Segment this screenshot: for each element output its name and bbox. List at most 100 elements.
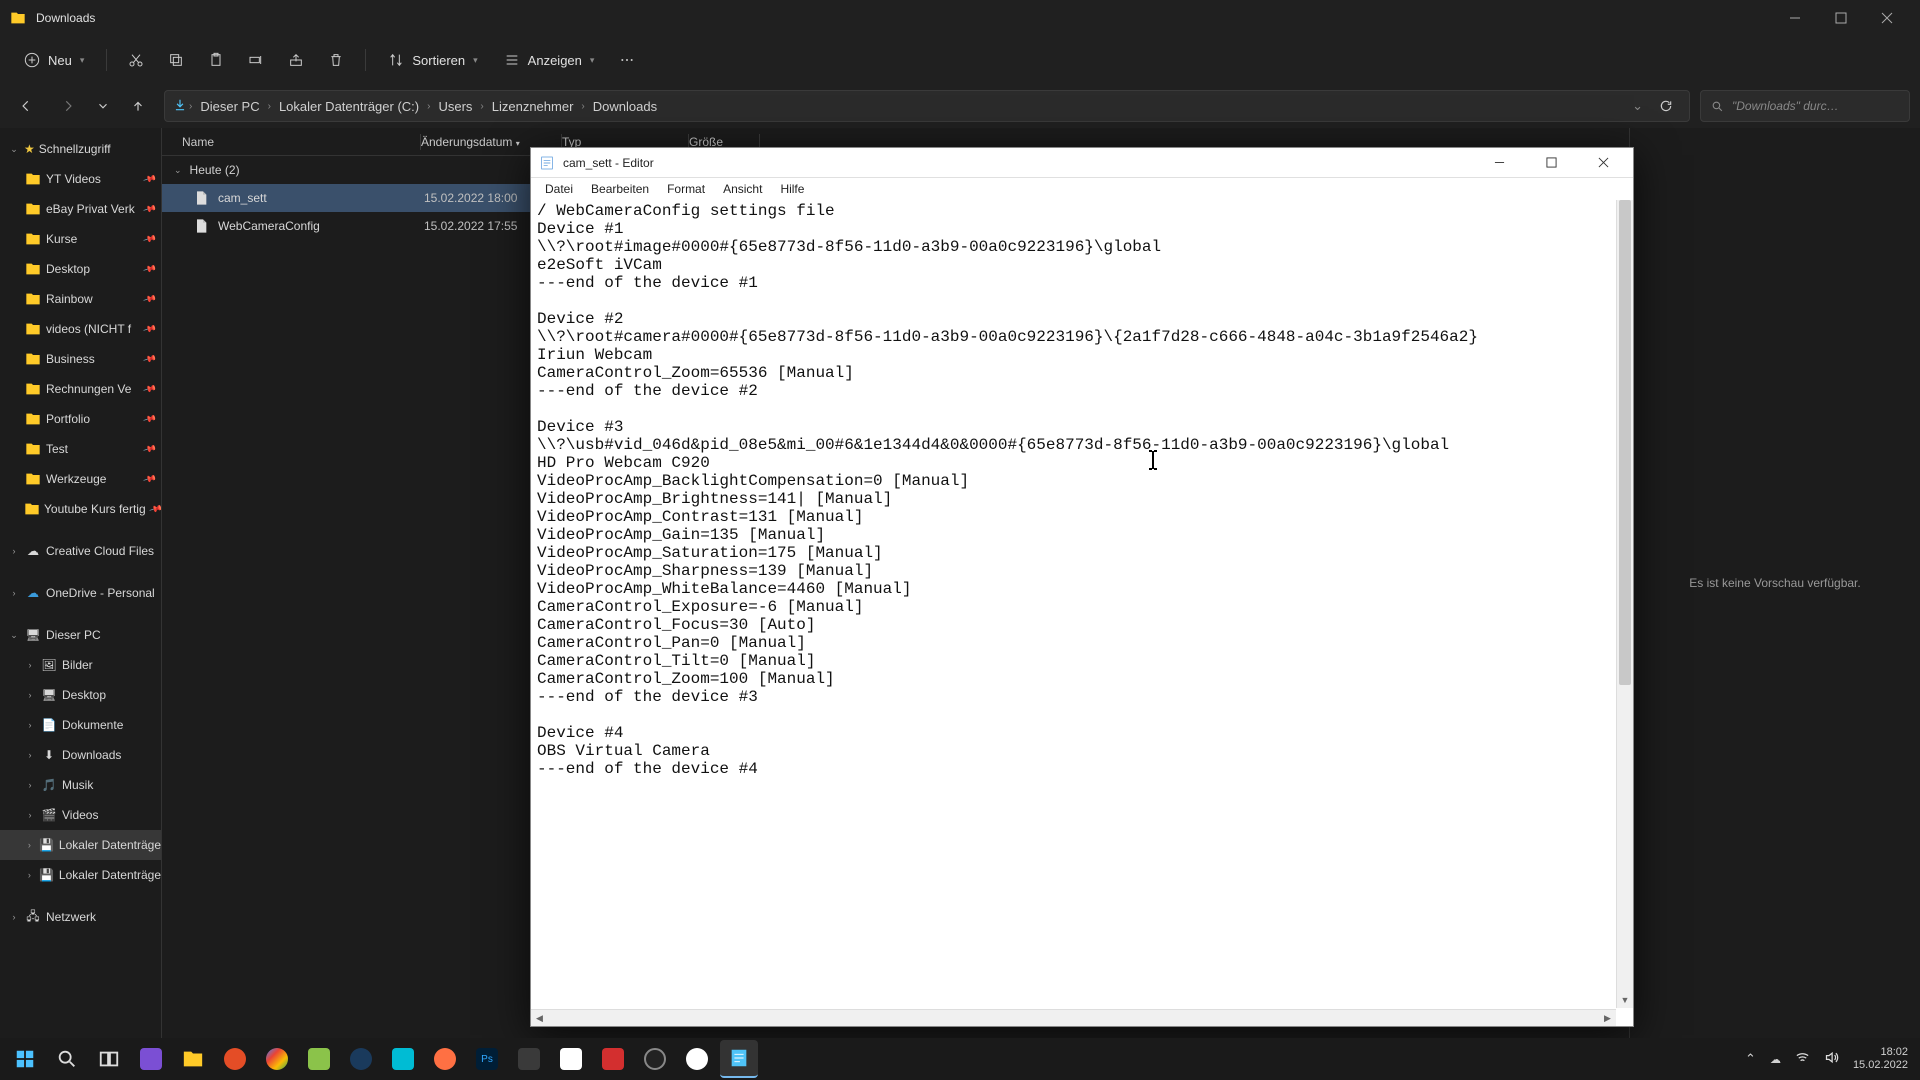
sidebar-item[interactable]: Rechnungen Ve📌 [0, 374, 161, 404]
taskbar-app[interactable] [636, 1040, 674, 1078]
taskbar-app[interactable] [678, 1040, 716, 1078]
sidebar-quickaccess[interactable]: ⌄★Schnellzugriff [0, 134, 161, 164]
notepad-vscrollbar[interactable]: ▲ ▼ [1616, 200, 1633, 1008]
sidebar-item[interactable]: ›📄Dokumente [0, 710, 161, 740]
folder-icon [24, 290, 42, 308]
menu-view[interactable]: Ansicht [715, 180, 770, 198]
taskbar-app[interactable] [216, 1040, 254, 1078]
sort-button[interactable]: Sortieren ▾ [378, 46, 487, 74]
search-input[interactable]: "Downloads" durc… [1700, 90, 1910, 122]
notepad-maximize[interactable] [1529, 149, 1573, 177]
delete-icon[interactable] [319, 43, 353, 77]
tray-volume-icon[interactable] [1824, 1050, 1839, 1068]
notepad-close[interactable] [1581, 149, 1625, 177]
notepad-hscrollbar[interactable]: ◀ ▶ [531, 1009, 1616, 1026]
taskbar-app[interactable] [342, 1040, 380, 1078]
explorer-navbar: › Dieser PC› Lokaler Datenträger (C:)› U… [0, 84, 1920, 128]
sidebar-item[interactable]: ›🖥Desktop [0, 680, 161, 710]
sidebar-item[interactable]: Test📌 [0, 434, 161, 464]
sidebar-item[interactable]: ›🎬Videos [0, 800, 161, 830]
sidebar-item[interactable]: ›🎵Musik [0, 770, 161, 800]
menu-edit[interactable]: Bearbeiten [583, 180, 657, 198]
breadcrumb-item[interactable]: Users [432, 99, 478, 114]
sidebar-item[interactable]: ›⬇Downloads [0, 740, 161, 770]
taskbar-app[interactable] [552, 1040, 590, 1078]
rename-icon[interactable] [239, 43, 273, 77]
breadcrumb-item[interactable]: Lizenznehmer [486, 99, 580, 114]
copy-icon[interactable] [159, 43, 193, 77]
tray-wifi-icon[interactable] [1795, 1050, 1810, 1068]
tray-clock[interactable]: 18:02 15.02.2022 [1853, 1046, 1908, 1072]
breadcrumb-item[interactable]: Dieser PC [194, 99, 265, 114]
sidebar-item[interactable]: Werkzeuge📌 [0, 464, 161, 494]
folder-icon [24, 500, 40, 518]
notepad-minimize[interactable] [1477, 149, 1521, 177]
taskbar-app[interactable] [300, 1040, 338, 1078]
sidebar-item[interactable]: ›💾Lokaler Datenträge [0, 830, 161, 860]
sidebar-item[interactable]: YT Videos📌 [0, 164, 161, 194]
sidebar-thispc[interactable]: ⌄🖥Dieser PC [0, 620, 161, 650]
taskbar-explorer[interactable] [174, 1040, 212, 1078]
taskbar-app[interactable] [594, 1040, 632, 1078]
notepad-titlebar[interactable]: cam_sett - Editor [531, 148, 1633, 178]
breadcrumb-item[interactable]: Downloads [587, 99, 663, 114]
share-icon[interactable] [279, 43, 313, 77]
breadcrumb-item[interactable]: Lokaler Datenträger (C:) [273, 99, 425, 114]
refresh-button[interactable] [1651, 99, 1681, 113]
taskbar-app[interactable] [132, 1040, 170, 1078]
tray-chevron-icon[interactable]: ⌃ [1745, 1051, 1756, 1067]
notepad-textarea[interactable]: / WebCameraConfig settings file Device #… [531, 200, 1633, 1026]
breadcrumb[interactable]: › Dieser PC› Lokaler Datenträger (C:)› U… [164, 90, 1690, 122]
search-button[interactable] [48, 1040, 86, 1078]
pin-icon: 📌 [142, 381, 157, 396]
forward-button[interactable] [52, 90, 84, 122]
paste-icon[interactable] [199, 43, 233, 77]
taskbar-app[interactable]: Ps [468, 1040, 506, 1078]
sidebar-item[interactable]: eBay Privat Verk📌 [0, 194, 161, 224]
more-icon[interactable] [610, 43, 644, 77]
pin-icon: 📌 [142, 201, 157, 216]
sidebar-item[interactable]: Desktop📌 [0, 254, 161, 284]
folder-icon: 🎵 [40, 776, 58, 794]
sidebar-item[interactable]: Kurse📌 [0, 224, 161, 254]
sidebar-creative-cloud[interactable]: ›☁Creative Cloud Files [0, 536, 161, 566]
recent-button[interactable] [94, 90, 112, 122]
taskbar-app[interactable] [384, 1040, 422, 1078]
sidebar-item[interactable]: videos (NICHT f📌 [0, 314, 161, 344]
new-button[interactable]: Neu ▾ [14, 46, 94, 74]
cloud-icon: ☁ [24, 584, 42, 602]
back-button[interactable] [10, 90, 42, 122]
menu-format[interactable]: Format [659, 180, 713, 198]
sidebar-item[interactable]: ›💾Lokaler Datenträge [0, 860, 161, 890]
menu-file[interactable]: Datei [537, 180, 581, 198]
sidebar-tree[interactable]: ⌄★Schnellzugriff YT Videos📌eBay Privat V… [0, 128, 162, 1038]
up-button[interactable] [122, 90, 154, 122]
column-name[interactable]: Name [162, 135, 420, 149]
folder-icon: ⬇ [40, 746, 58, 764]
breadcrumb-dropdown[interactable]: ⌄ [1626, 98, 1649, 114]
taskview-button[interactable] [90, 1040, 128, 1078]
sidebar-item[interactable]: ›🖼Bilder [0, 650, 161, 680]
cut-icon[interactable] [119, 43, 153, 77]
folder-icon: 🖥 [40, 686, 58, 704]
close-button[interactable] [1864, 3, 1910, 33]
pin-icon: 📌 [142, 441, 157, 456]
taskbar-app[interactable] [426, 1040, 464, 1078]
maximize-button[interactable] [1818, 3, 1864, 33]
menu-help[interactable]: Hilfe [772, 180, 812, 198]
taskbar-app[interactable] [258, 1040, 296, 1078]
tray-onedrive-icon[interactable]: ☁ [1770, 1053, 1781, 1066]
sidebar-item[interactable]: Rainbow📌 [0, 284, 161, 314]
view-button[interactable]: Anzeigen ▾ [494, 46, 605, 74]
sidebar-item[interactable]: Portfolio📌 [0, 404, 161, 434]
minimize-button[interactable] [1772, 3, 1818, 33]
start-button[interactable] [6, 1040, 44, 1078]
sidebar-item[interactable]: Business📌 [0, 344, 161, 374]
folder-icon: 💾 [39, 836, 55, 854]
sidebar-onedrive[interactable]: ›☁OneDrive - Personal [0, 578, 161, 608]
taskbar-notepad[interactable] [720, 1040, 758, 1078]
taskbar-app[interactable] [510, 1040, 548, 1078]
sidebar-network[interactable]: ›🖧Netzwerk [0, 902, 161, 932]
sidebar-item[interactable]: Youtube Kurs fertig📌 [0, 494, 161, 524]
pin-icon: 📌 [142, 471, 157, 486]
